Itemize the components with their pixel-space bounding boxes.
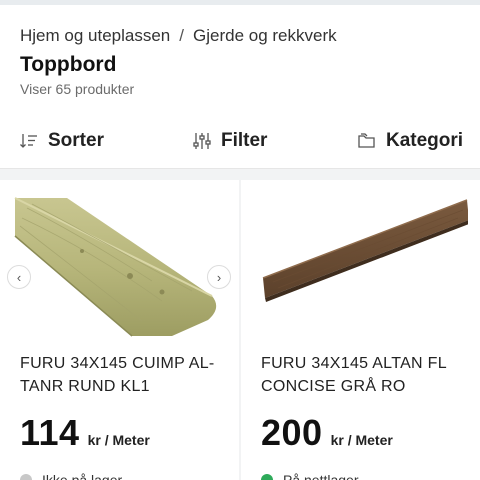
stock-text: På nettlager (283, 472, 359, 480)
folder-icon (358, 133, 375, 148)
stock-dot-icon (261, 474, 273, 480)
page-title: Toppbord (20, 53, 117, 76)
breadcrumb-separator: / (179, 26, 184, 45)
price-unit: kr / Meter (87, 432, 150, 448)
carousel-prev-button[interactable]: ‹ (7, 265, 31, 289)
breadcrumb: Hjem og uteplassen / Gjerde og rekkverk (20, 26, 337, 46)
product-name[interactable]: FURU 34X145 ALTAN FL CONCISE GRÅ RO (261, 352, 466, 398)
price-amount: 114 (20, 412, 80, 453)
carousel-next-button[interactable]: › (207, 265, 231, 289)
breadcrumb-item-home-garden[interactable]: Hjem og uteplassen (20, 26, 170, 45)
filter-button[interactable]: Filter (193, 130, 267, 152)
price-unit: kr / Meter (330, 432, 393, 448)
product-card[interactable]: FURU 34X145 ALTAN FL CONCISE GRÅ RO 200 … (241, 180, 480, 480)
filter-label: Filter (221, 130, 268, 151)
toolbar: Sorter Filter Kategori (0, 118, 480, 168)
product-price: 114 kr / Meter (20, 412, 150, 454)
stock-dot-icon (20, 474, 32, 480)
category-button[interactable]: Kategori (358, 130, 463, 152)
top-bar (0, 0, 480, 5)
product-image[interactable] (253, 196, 468, 346)
product-card[interactable]: ‹ › FURU 34X145 CUIMP AL-TANR RUND KL1 1… (0, 180, 239, 480)
price-amount: 200 (261, 412, 323, 453)
stock-text: Ikke på lager (42, 472, 123, 480)
stock-status: Ikke på lager (20, 472, 122, 480)
stock-status: På nettlager (261, 472, 359, 480)
sort-icon (20, 134, 37, 148)
result-count: Viser 65 produkter (20, 81, 135, 97)
product-image[interactable] (12, 196, 227, 346)
breadcrumb-item-fence-railing[interactable]: Gjerde og rekkverk (193, 26, 337, 45)
sort-label: Sorter (48, 130, 104, 151)
chevron-left-icon: ‹ (16, 269, 22, 285)
product-name[interactable]: FURU 34X145 CUIMP AL-TANR RUND KL1 (20, 352, 225, 398)
sort-button[interactable]: Sorter (20, 130, 104, 152)
section-divider (0, 168, 480, 180)
product-price: 200 kr / Meter (261, 412, 393, 454)
filter-sliders-icon (193, 133, 211, 149)
chevron-right-icon: › (216, 269, 222, 285)
category-label: Kategori (386, 130, 464, 151)
